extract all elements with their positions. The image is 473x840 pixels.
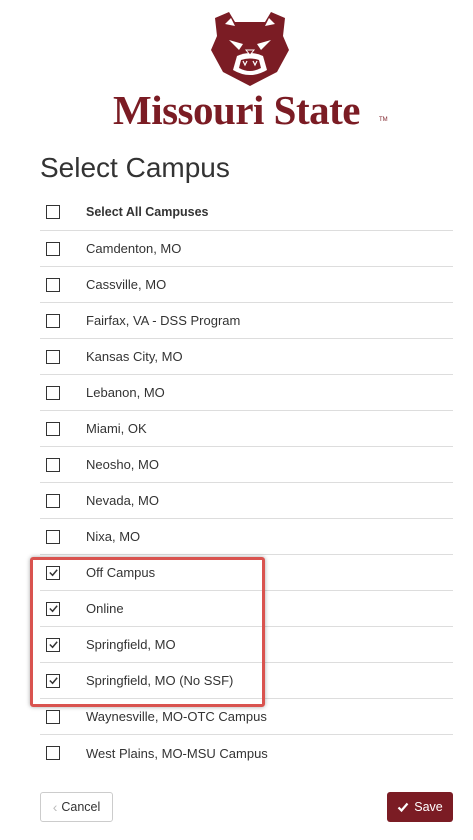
campus-row[interactable]: Cassville, MO (40, 267, 453, 303)
brand-wordmark: Missouri State (113, 87, 360, 133)
campus-row[interactable]: Fairfax, VA - DSS Program (40, 303, 453, 339)
cancel-button[interactable]: ‹ Cancel (40, 792, 113, 822)
campus-checkbox[interactable] (46, 746, 60, 760)
campus-checkbox[interactable] (46, 421, 60, 436)
campus-checkbox[interactable] (46, 385, 60, 400)
campus-label: Springfield, MO (86, 637, 176, 652)
campus-row[interactable]: Camdenton, MO (40, 231, 453, 267)
campus-checkbox[interactable] (46, 529, 60, 544)
campus-checkbox[interactable] (46, 241, 60, 256)
campus-row[interactable]: Nixa, MO (40, 519, 453, 555)
select-all-checkbox[interactable] (46, 204, 60, 219)
select-all-row[interactable]: Select All Campuses (40, 193, 453, 231)
bear-head-icon (211, 12, 289, 86)
campus-checkbox[interactable] (46, 673, 60, 688)
campus-label: Online (86, 601, 124, 616)
campus-label: Waynesville, MO-OTC Campus (86, 709, 267, 724)
save-label: Save (414, 800, 443, 814)
campus-checkbox[interactable] (46, 349, 60, 364)
checkmark-icon (48, 605, 58, 613)
campus-checkbox[interactable] (46, 313, 60, 328)
cancel-label: Cancel (61, 800, 101, 814)
campus-label: Nixa, MO (86, 529, 141, 544)
campus-checkbox[interactable] (46, 493, 60, 508)
checkmark-icon (48, 641, 58, 649)
campus-row[interactable]: Waynesville, MO-OTC Campus (40, 699, 453, 735)
campus-checkbox[interactable] (46, 601, 60, 616)
campus-label: Miami, OK (86, 421, 147, 436)
campus-checkbox[interactable] (46, 709, 60, 724)
campus-label: Lebanon, MO (86, 385, 165, 400)
campus-row[interactable]: West Plains, MO-MSU Campus (40, 735, 453, 771)
campus-row[interactable]: Springfield, MO (40, 627, 453, 663)
campus-row[interactable]: Neosho, MO (40, 447, 453, 483)
campus-checkbox[interactable] (46, 457, 60, 472)
campus-label: Off Campus (86, 565, 156, 580)
form-footer: ‹ Cancel Save (0, 792, 473, 824)
campus-checkbox[interactable] (46, 565, 60, 580)
trademark-mark: TM (379, 117, 388, 123)
save-button[interactable]: Save (387, 792, 453, 822)
campus-label: West Plains, MO-MSU Campus (86, 745, 268, 761)
campus-row[interactable]: Nevada, MO (40, 483, 453, 519)
campus-label: Camdenton, MO (86, 241, 182, 256)
campus-row[interactable]: Springfield, MO (No SSF) (40, 663, 453, 699)
missouri-state-logo: Missouri State TM (0, 0, 473, 140)
campus-label: Neosho, MO (86, 457, 159, 472)
campus-row[interactable]: Kansas City, MO (40, 339, 453, 375)
select-all-label: Select All Campuses (86, 204, 209, 219)
campus-label: Fairfax, VA - DSS Program (86, 313, 241, 328)
campus-label: Cassville, MO (86, 277, 167, 292)
checkmark-icon (48, 677, 58, 685)
campus-list: Select All Campuses Camdenton, MO Cassvil… (40, 193, 453, 771)
checkmark-icon (48, 569, 58, 577)
campus-row[interactable]: Online (40, 591, 453, 627)
campus-row[interactable]: Off Campus (40, 555, 453, 591)
campus-row[interactable]: Lebanon, MO (40, 375, 453, 411)
campus-checkbox[interactable] (46, 637, 60, 652)
campus-label: Kansas City, MO (86, 349, 183, 364)
campus-label: Springfield, MO (No SSF) (86, 673, 234, 688)
checkmark-icon (397, 802, 409, 813)
chevron-left-icon: ‹ (52, 799, 58, 815)
campus-checkbox[interactable] (46, 277, 60, 292)
page-title: Select Campus (40, 152, 230, 183)
campus-row[interactable]: Miami, OK (40, 411, 453, 447)
campus-label: Nevada, MO (86, 493, 159, 508)
